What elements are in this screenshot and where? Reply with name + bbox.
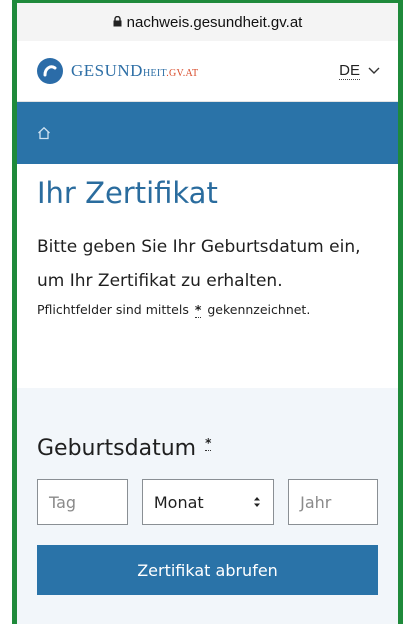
logo-mark-icon <box>37 58 63 84</box>
submit-button[interactable]: Zertifikat abrufen <box>37 545 378 595</box>
site-header: GESUNDHEIT.GV.AT DE <box>17 41 398 102</box>
day-placeholder: Tag <box>49 492 77 512</box>
birthdate-label: Geburtsdatum * <box>37 436 378 461</box>
logo-text-main: GESUND <box>71 61 143 80</box>
page-title: Ihr Zertifikat <box>37 176 218 210</box>
month-select[interactable]: Monat <box>141 479 275 525</box>
required-note-before: Pflichtfelder sind mittels <box>37 302 189 317</box>
year-placeholder: Jahr <box>300 492 332 512</box>
screenshot-frame: nachweis.gesundheit.gv.at GESUNDHEIT.GV.… <box>12 0 403 624</box>
birthdate-label-text: Geburtsdatum <box>37 436 197 461</box>
birthdate-form: Geburtsdatum * Tag Monat Jahr Zertifikat… <box>17 388 398 624</box>
home-icon[interactable] <box>37 126 51 140</box>
breadcrumb-bar <box>17 102 398 164</box>
select-arrows-icon <box>254 497 261 507</box>
language-code: DE <box>339 62 360 80</box>
language-selector[interactable]: DE <box>339 62 380 80</box>
required-marker: * <box>194 302 202 318</box>
site-logo[interactable]: GESUNDHEIT.GV.AT <box>37 58 198 84</box>
required-fields-note: Pflichtfelder sind mittels * gekennzeich… <box>37 302 378 318</box>
day-input[interactable]: Tag <box>37 479 128 525</box>
lock-icon <box>113 15 122 26</box>
logo-text: GESUNDHEIT.GV.AT <box>71 61 198 81</box>
intro-line-1: Bitte geben Sie Ihr Geburtsdatum ein, <box>37 237 361 257</box>
birthdate-inputs: Tag Monat Jahr <box>37 479 378 525</box>
logo-text-domain: .GV.AT <box>166 68 199 79</box>
logo-text-small: HEIT <box>142 68 167 79</box>
month-value: Monat <box>153 492 204 512</box>
intro-line-2: um Ihr Zertifikat zu erhalten. <box>37 271 283 291</box>
browser-url-bar[interactable]: nachweis.gesundheit.gv.at <box>17 3 398 41</box>
birthdate-required-marker: * <box>205 436 212 451</box>
chevron-down-icon <box>368 67 380 74</box>
url-text: nachweis.gesundheit.gv.at <box>126 13 303 31</box>
main-content: Ihr Zertifikat Bitte geben Sie Ihr Gebur… <box>17 176 398 318</box>
required-note-after: gekennzeichnet. <box>207 302 311 317</box>
year-input[interactable]: Jahr <box>288 479 378 525</box>
